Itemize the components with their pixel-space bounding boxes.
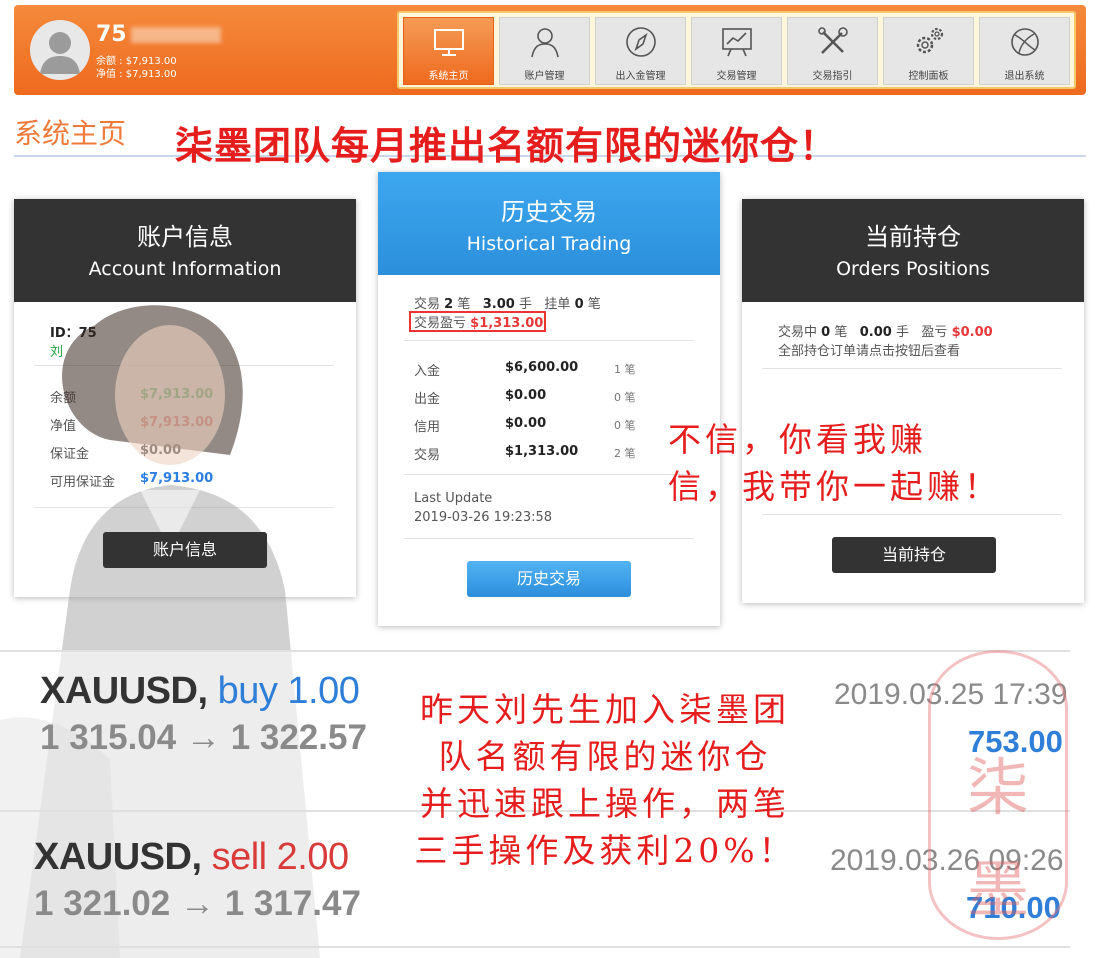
last-update-label: Last Update (414, 491, 493, 506)
nav-item-logout[interactable]: 退出系统 (979, 17, 1070, 85)
globe-icon (1010, 28, 1039, 56)
trade-1-symbol[interactable]: XAUUSD, buy 1.00 (40, 670, 360, 713)
page-title: 系统主页 (14, 117, 127, 150)
chart-board-icon (721, 28, 752, 57)
header-equity: 净值 : $7,913.00 (96, 69, 177, 80)
equity-label: 净值 (50, 419, 77, 434)
history-card-header: 历史交易 Historical Trading (378, 172, 720, 275)
trade-count: 2 笔 (614, 447, 636, 460)
withdraw-count: 0 笔 (614, 391, 636, 404)
seal-stamp: 柒 墨 (928, 650, 1068, 940)
deposit-label: 入金 (414, 364, 441, 379)
overlay-text-right: 不信，你看我赚 信，我带你一起赚！ (668, 420, 1001, 506)
last-update-time: 2019-03-26 19:23:58 (414, 510, 553, 525)
account-info-button[interactable]: 账户信息 (103, 532, 267, 568)
positions-card: 当前持仓 Orders Positions 交易中 0 笔 0.00 手 盈亏 … (742, 199, 1084, 603)
nav-item-account[interactable]: 账户管理 (499, 17, 590, 85)
positions-summary: 交易中 0 笔 0.00 手 盈亏 $0.00 (778, 325, 993, 340)
history-card: 历史交易 Historical Trading 交易 2 笔 3.00 手 挂单… (378, 172, 720, 626)
free-margin-label: 可用保证金 (50, 475, 116, 490)
nav-item-guide[interactable]: 交易指引 (787, 17, 878, 85)
overlay-text-bottom: 昨天刘先生加入柒墨团 队名额有限的迷你仓 并迅速跟上操作，两笔 三手操作及获利2… (414, 690, 796, 870)
tools-icon (817, 27, 848, 54)
user-id: 75 (96, 22, 221, 47)
positions-card-header: 当前持仓 Orders Positions (742, 199, 1084, 302)
nav-item-home[interactable]: 系统主页 (403, 17, 494, 85)
withdraw-value: $0.00 (505, 388, 547, 403)
nav-item-funds[interactable]: 出入金管理 (595, 17, 686, 85)
trade-label: 交易 (414, 448, 441, 463)
deposit-value: $6,600.00 (505, 360, 579, 375)
margin-value: $0.00 (140, 443, 182, 458)
withdraw-label: 出金 (414, 392, 441, 407)
main-nav: 系统主页 账户管理 出入金管理 交易管理 交易指引 控制面板 退出系统 (397, 11, 1076, 89)
trade-2-prices: 1 321.02 → 1 317.47 (34, 884, 361, 923)
free-margin-value: $7,913.00 (140, 471, 214, 486)
balance-label: 余额 (50, 391, 77, 406)
account-card-header: 账户信息 Account Information (14, 199, 356, 302)
balance-value: $7,913.00 (140, 387, 214, 402)
pl-highlight-box (409, 311, 546, 332)
credit-count: 0 笔 (614, 419, 636, 432)
equity-value: $7,913.00 (140, 415, 214, 430)
account-id: ID：75 (50, 326, 97, 341)
history-summary: 交易 2 笔 3.00 手 挂单 0 笔 (414, 297, 601, 312)
user-avatar-icon (40, 32, 80, 74)
account-name: 刘 (50, 345, 64, 360)
deposit-count: 1 笔 (614, 363, 636, 376)
gears-icon (916, 27, 943, 54)
trade-1-prices: 1 315.04 → 1 322.57 (40, 718, 367, 757)
nav-item-control-panel[interactable]: 控制面板 (883, 17, 974, 85)
positions-button[interactable]: 当前持仓 (832, 537, 996, 573)
avatar[interactable] (30, 20, 90, 80)
nav-item-trading[interactable]: 交易管理 (691, 17, 782, 85)
margin-label: 保证金 (50, 447, 90, 462)
user-icon (530, 28, 559, 58)
credit-value: $0.00 (505, 416, 547, 431)
positions-note: 全部持仓订单请点击按钮后查看 (778, 344, 961, 359)
top-header: 75 余额 : $7,913.00 净值 : $7,913.00 系统主页 账户… (14, 5, 1086, 95)
credit-label: 信用 (414, 420, 441, 435)
trade-2-symbol[interactable]: XAUUSD, sell 2.00 (34, 836, 349, 879)
trade-value: $1,313.00 (505, 444, 579, 459)
promo-banner: 柒墨团队每月推出名额有限的迷你仓！ (175, 124, 839, 168)
history-button[interactable]: 历史交易 (467, 561, 631, 597)
compass-icon (625, 27, 656, 57)
monitor-icon (433, 29, 464, 56)
